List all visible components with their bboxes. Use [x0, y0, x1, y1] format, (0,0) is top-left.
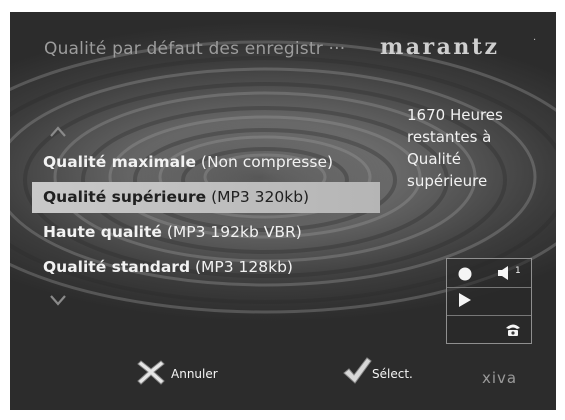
volume-level: 1 [515, 266, 521, 276]
remaining-time-info: 1670 Heures restantes à Qualité supérieu… [407, 106, 503, 190]
menu-item-max-quality[interactable]: Qualité maximale (Non compresse) [32, 147, 380, 178]
checkmark-icon [343, 357, 372, 384]
phone-icon [506, 324, 520, 336]
cancel-x-icon [137, 360, 165, 385]
scroll-up-icon[interactable] [48, 125, 68, 139]
screen-title: Qualité par défaut des enregistr ··· [44, 39, 346, 59]
status-row-phone [447, 316, 531, 344]
status-row-record: 1 [447, 259, 531, 287]
menu-item-standard-quality[interactable]: Qualité standard (MP3 128kb) [32, 252, 380, 283]
record-icon [458, 267, 472, 281]
select-label: Sélect. [372, 367, 413, 381]
scroll-down-icon[interactable] [48, 293, 68, 307]
speaker-icon [498, 266, 508, 280]
xiva-logo: xiva [482, 369, 518, 387]
status-row-play [447, 288, 531, 316]
status-panel: 1 [446, 258, 532, 344]
tv-screen: Qualité par défaut des enregistr ··· mar… [10, 12, 556, 410]
marantz-logo: marantz [380, 34, 500, 60]
play-icon [459, 293, 471, 307]
cancel-label: Annuler [171, 367, 218, 381]
brand-mark: · [533, 35, 537, 46]
menu-item-superior-quality[interactable]: Qualité supérieure (MP3 320kb) [32, 182, 380, 213]
menu-item-high-quality[interactable]: Haute qualité (MP3 192kb VBR) [32, 217, 380, 248]
